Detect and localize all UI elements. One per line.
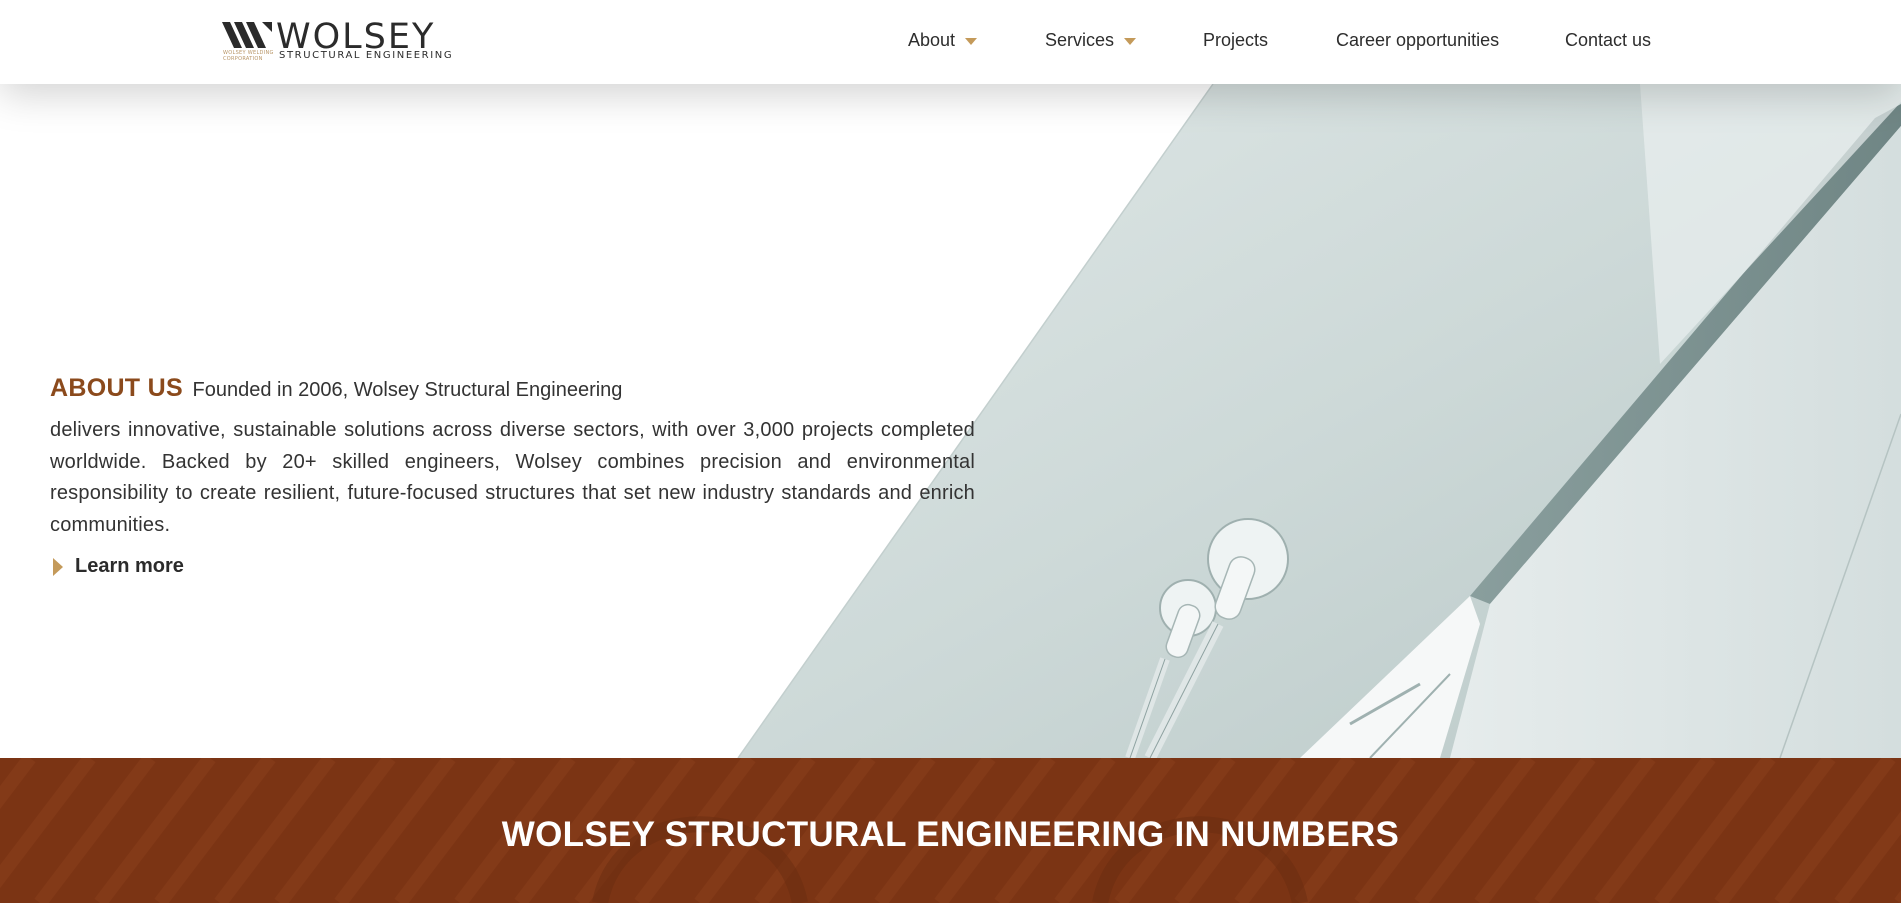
about-heading: ABOUT US Founded in 2006, Wolsey Structu… [50, 371, 975, 407]
main-nav: About Services Projects Career opportuni… [0, 0, 1901, 84]
nav-contact-label: Contact us [1565, 30, 1652, 50]
numbers-section: WOLSEY STRUCTURAL ENGINEERING IN NUMBERS [0, 758, 1901, 903]
about-title: ABOUT US [50, 374, 183, 402]
nav-contact-us[interactable]: Contact us [1565, 30, 1651, 51]
nav-services[interactable]: Services [1045, 30, 1137, 51]
triangle-right-icon [53, 557, 63, 576]
about-section: ABOUT US Founded in 2006, Wolsey Structu… [50, 371, 975, 581]
caret-down-icon [1124, 38, 1137, 45]
nav-projects-label: Projects [1203, 30, 1269, 50]
nav-about-label: About [908, 30, 956, 50]
nav-career-label: Career opportunities [1336, 30, 1500, 50]
nav-services-label: Services [1045, 30, 1115, 50]
about-hero: ABOUT US Founded in 2006, Wolsey Structu… [0, 84, 1901, 758]
nav-career-opportunities[interactable]: Career opportunities [1336, 30, 1499, 51]
caret-down-icon [965, 38, 978, 45]
numbers-title: WOLSEY STRUCTURAL ENGINEERING IN NUMBERS [501, 815, 1400, 854]
site-header: WOLSEY STRUCTURAL ENGINEERING WOLSEY WEL… [0, 0, 1901, 84]
nav-projects[interactable]: Projects [1203, 30, 1268, 51]
about-lead: Founded in 2006, Wolsey Structural Engin… [192, 379, 623, 401]
about-body: delivers innovative, sustainable solutio… [50, 419, 975, 536]
learn-more-link[interactable]: Learn more [50, 555, 184, 578]
nav-about[interactable]: About [908, 30, 978, 51]
learn-more-label: Learn more [75, 555, 184, 577]
